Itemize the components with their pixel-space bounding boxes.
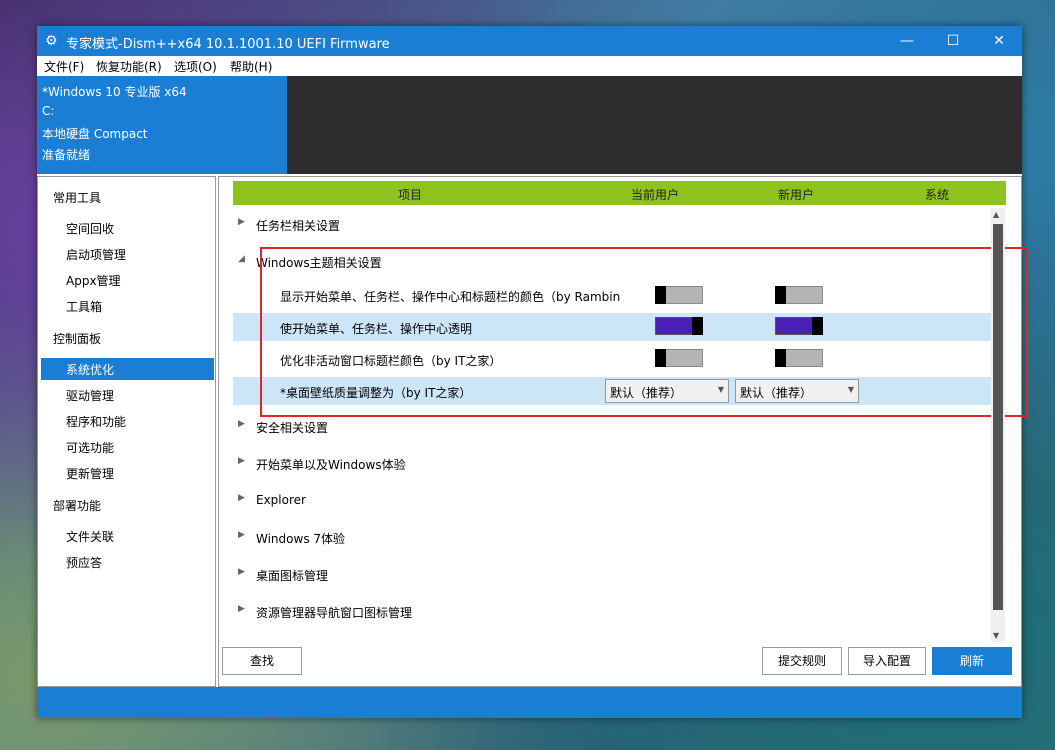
window-title: 专家模式-Dism++x64 10.1.1001.10 UEFI Firmwar… [66,37,390,52]
expand-arrow-icon[interactable]: ▶ [238,456,245,466]
menu-file[interactable]: 文件(F) [44,58,84,75]
drive-letter: C: [42,104,55,118]
toggle-knob [655,286,666,304]
os-name: *Windows 10 专业版 x64 [42,85,187,99]
app-gear-icon: ⚙ [45,33,58,49]
main-window: ⚙ 专家模式-Dism++x64 10.1.1001.10 UEFI Firmw… [37,26,1028,718]
status-bar [37,687,1022,718]
column-header-system[interactable]: 系统 [925,186,949,203]
toggle-new-user[interactable] [775,286,823,304]
section-label: Windows 7体验 [256,532,346,546]
sidebar: 常用工具 空间回收 启动项管理 Appx管理 工具箱 控制面板 系统优化 驱动管… [37,176,216,687]
dropdown-arrow-icon: ▼ [717,385,724,394]
section-label: 桌面图标管理 [256,569,329,583]
sidebar-item-updates[interactable]: 更新管理 [66,465,114,482]
section-desktop-icons[interactable]: ▶ 桌面图标管理 [233,560,991,588]
close-button[interactable]: ✕ [976,26,1022,56]
toggle-new-user[interactable] [775,349,823,367]
toggle-knob [692,317,703,335]
status-text: 准备就绪 [42,148,91,162]
dropdown-arrow-icon: ▼ [847,385,854,394]
column-header-current-user[interactable]: 当前用户 [631,186,679,203]
setting-row-show-color[interactable]: 显示开始菜单、任务栏、操作中心和标题栏的颜色（by Rambin [233,281,991,309]
optimize-panel: 项目 当前用户 新用户 系统 ▶ 任务栏相关设置 ◢ Windows主题相关设置… [218,176,1028,687]
scroll-up-icon[interactable]: ▲ [993,210,999,219]
sidebar-item-answer-file[interactable]: 预应答 [66,554,102,571]
toggle-current-user[interactable] [655,349,703,367]
setting-row-inactive-title[interactable]: 优化非活动窗口标题栏颜色（by IT之家） [233,345,991,373]
sidebar-group-deploy: 部署功能 [53,499,102,513]
expand-arrow-icon[interactable]: ▶ [238,217,245,227]
section-label: Explorer [256,493,306,507]
column-header-item[interactable]: 项目 [398,186,422,203]
sidebar-item-drivers[interactable]: 驱动管理 [66,387,114,404]
sidebar-group-common-tools: 常用工具 [53,191,102,205]
section-taskbar[interactable]: ▶ 任务栏相关设置 [233,210,991,238]
session-list-panel[interactable] [287,76,1022,174]
image-info-panel[interactable]: *Windows 10 专业版 x64 C: 本地硬盘 Compact 准备就绪 [37,76,287,174]
sidebar-item-label: 系统优化 [66,363,115,377]
sidebar-item-toolbox[interactable]: 工具箱 [66,298,102,315]
toggle-current-user[interactable] [655,286,703,304]
expand-arrow-icon[interactable]: ▶ [238,604,245,614]
menu-help[interactable]: 帮助(H) [230,58,272,75]
expand-arrow-icon[interactable]: ▶ [238,493,245,503]
minimize-button[interactable]: — [884,26,930,56]
vertical-scrollbar[interactable]: ▲ ▼ [991,208,1005,642]
setting-label: 优化非活动窗口标题栏颜色（by IT之家） [280,354,502,368]
section-explorer[interactable]: ▶ Explorer [233,486,991,514]
grid-header: 项目 当前用户 新用户 系统 [233,181,1006,205]
toggle-new-user[interactable] [775,317,823,335]
section-theme[interactable]: ◢ Windows主题相关设置 [233,247,991,275]
sidebar-group-control-panel: 控制面板 [53,332,102,346]
refresh-button[interactable]: 刷新 [932,647,1012,675]
section-label: 安全相关设置 [256,421,329,435]
setting-label: 显示开始菜单、任务栏、操作中心和标题栏的颜色（by Rambin [280,290,621,304]
disk-type: 本地硬盘 Compact [42,127,148,141]
column-header-new-user[interactable]: 新用户 [778,186,814,203]
maximize-button[interactable]: ☐ [930,26,976,56]
sidebar-item-appx[interactable]: Appx管理 [66,272,121,289]
section-label: 开始菜单以及Windows体验 [256,458,406,472]
toggle-knob [812,317,823,335]
section-win7[interactable]: ▶ Windows 7体验 [233,523,991,551]
section-security[interactable]: ▶ 安全相关设置 [233,412,991,440]
toggle-current-user[interactable] [655,317,703,335]
scroll-thumb[interactable] [993,224,1003,610]
select-value: 默认（推荐） [610,386,683,400]
section-label: Windows主题相关设置 [256,256,382,270]
submit-rules-button[interactable]: 提交规则 [762,647,842,675]
sidebar-item-optional-features[interactable]: 可选功能 [66,439,114,456]
menu-options[interactable]: 选项(O) [174,58,217,75]
collapse-arrow-icon[interactable]: ◢ [238,254,245,264]
section-nav-pane-icons[interactable]: ▶ 资源管理器导航窗口图标管理 [233,597,991,625]
setting-row-wallpaper-quality[interactable]: *桌面壁纸质量调整为（by IT之家） 默认（推荐） ▼ 默认（推荐） ▼ [233,377,991,405]
setting-label: 使开始菜单、任务栏、操作中心透明 [280,322,473,336]
toggle-knob [655,349,666,367]
setting-label: *桌面壁纸质量调整为（by IT之家） [280,386,472,400]
wallpaper-quality-new-select[interactable]: 默认（推荐） ▼ [735,379,859,403]
expand-arrow-icon[interactable]: ▶ [238,419,245,429]
section-start-menu[interactable]: ▶ 开始菜单以及Windows体验 [233,449,991,477]
select-value: 默认（推荐） [740,386,813,400]
find-button[interactable]: 查找 [222,647,302,675]
section-label: 资源管理器导航窗口图标管理 [256,606,413,620]
expand-arrow-icon[interactable]: ▶ [238,567,245,577]
scroll-down-icon[interactable]: ▼ [993,631,999,640]
toggle-knob [775,349,786,367]
sidebar-item-file-assoc[interactable]: 文件关联 [66,528,114,545]
sidebar-item-space-cleanup[interactable]: 空间回收 [66,220,114,237]
sidebar-item-system-optimize[interactable]: 系统优化 [41,358,214,380]
expand-arrow-icon[interactable]: ▶ [238,530,245,540]
sidebar-item-programs[interactable]: 程序和功能 [66,413,126,430]
title-bar[interactable]: ⚙ 专家模式-Dism++x64 10.1.1001.10 UEFI Firmw… [37,26,1022,56]
section-label: 任务栏相关设置 [256,219,341,233]
sidebar-item-startup[interactable]: 启动项管理 [66,246,126,263]
wallpaper-quality-current-select[interactable]: 默认（推荐） ▼ [605,379,729,403]
import-config-button[interactable]: 导入配置 [848,647,926,675]
setting-row-transparency[interactable]: 使开始菜单、任务栏、操作中心透明 [233,313,991,341]
menu-restore[interactable]: 恢复功能(R) [96,58,162,75]
toggle-knob [775,286,786,304]
menu-bar: 文件(F) 恢复功能(R) 选项(O) 帮助(H) [37,56,1022,76]
